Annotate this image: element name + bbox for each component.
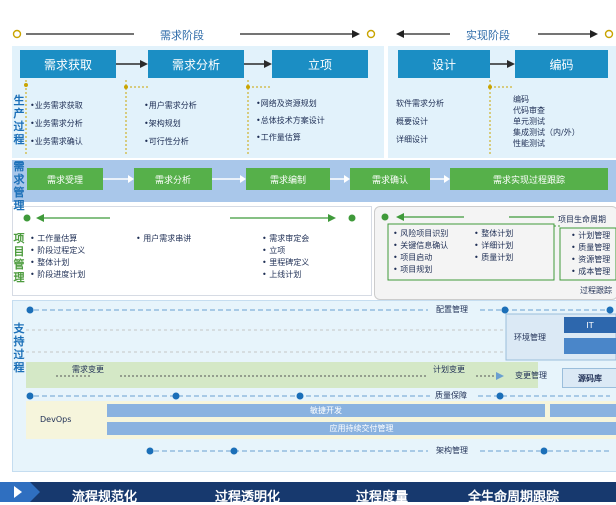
devops-label: DevOps [40, 415, 72, 424]
support-lines [26, 306, 616, 455]
pm-col3-item: • 需求审定会 [262, 234, 310, 243]
pm-lifecycle-title: 项目生命周期 [558, 215, 606, 224]
pm-right-a-item: • 风险项目识别 [393, 229, 449, 238]
production-col2-item: •用户需求分析 [144, 101, 197, 110]
production-col5-item: 单元测试 [513, 117, 545, 126]
pm-right-a-item: • 项目规划 [393, 265, 433, 274]
production-col1-item: •业务需求确认 [30, 137, 83, 146]
change-mgmt-label: 变更管理 [515, 371, 547, 380]
pm-right-a-item: • 项目启动 [393, 253, 433, 262]
code-repo-box: 源码库 [562, 368, 616, 388]
production-col5-item: 代码审查 [513, 106, 545, 115]
phase-implementation-label: 实现阶段 [466, 29, 510, 42]
bottom-item-standardization: 流程规范化 [72, 490, 138, 505]
agile-bar-ext [550, 404, 616, 417]
bottom-item-transparency: 过程透明化 [215, 490, 281, 505]
pm-tracking-label: 过程跟踪 [580, 286, 612, 295]
production-col5-item: 编码 [513, 95, 529, 104]
pm-lifecycle-item: • 质量管理 [571, 243, 611, 252]
it-box: IT [564, 317, 616, 333]
pm-col1-item: • 工作量估算 [30, 234, 78, 243]
production-col2-item: •可行性分析 [144, 137, 189, 146]
pm-col1-item: • 阶段进度计划 [30, 270, 86, 279]
bottom-item-lifecycle-tracking: 全生命周期跟踪 [468, 490, 560, 505]
req-change-label: 需求变更 [72, 365, 104, 374]
pm-col3-item: • 上线计划 [262, 270, 302, 279]
production-col5-item: 集成测试（内/外） [513, 128, 580, 137]
env-mgmt-label: 环境管理 [514, 333, 546, 342]
agile-bar: 敏捷开发 [107, 404, 545, 417]
pm-right-b-item: • 质量计划 [474, 253, 514, 262]
pm-right-b-item: • 详细计划 [474, 241, 514, 250]
it-sub-box [564, 338, 616, 354]
plan-change-label: 计划变更 [433, 365, 465, 374]
pm-col3-item: • 立项 [262, 246, 286, 255]
requirement-mgmt-arrows [103, 175, 450, 183]
arch-mgmt-label: 架构管理 [436, 446, 468, 455]
phase-start-dot [12, 29, 22, 39]
cd-bar: 应用持续交付管理 [107, 422, 616, 435]
config-mgmt-label: 配置管理 [436, 305, 468, 314]
phase-end-dot [604, 29, 614, 39]
phase-header-arrows [12, 29, 614, 39]
production-col1-item: •业务需求分析 [30, 119, 83, 128]
phase-requirement-label: 需求阶段 [160, 29, 204, 42]
pm-lifecycle-item: • 计划管理 [571, 231, 611, 240]
pm-col1-item: • 整体计划 [30, 258, 70, 267]
pm-right-b-item: • 整体计划 [474, 229, 514, 238]
production-col5-item: 性能测试 [513, 139, 545, 148]
pm-col3-item: • 里程碑定义 [262, 258, 310, 267]
bottom-item-measurement: 过程度量 [356, 490, 409, 505]
pm-right-a-item: • 关键信息确认 [393, 241, 449, 250]
qa-label: 质量保障 [435, 391, 467, 400]
bottom-banner-arrow [0, 482, 40, 502]
project-mgmt-left-arrows [23, 214, 356, 222]
production-col4-item: 软件需求分析 [396, 99, 444, 108]
phase-mid-dot [366, 29, 376, 39]
production-col4-item: 概要设计 [396, 117, 428, 126]
pm-col1-item: • 阶段过程定义 [30, 246, 86, 255]
pm-lifecycle-item: • 资源管理 [571, 255, 611, 264]
project-mgmt-label: 项目管理 [13, 232, 25, 284]
pm-col2-item: • 用户需求串讲 [136, 234, 192, 243]
pm-lifecycle-item: • 成本管理 [571, 267, 611, 276]
production-col3-item: •总体技术方案设计 [256, 116, 325, 125]
production-col3-item: •网络及资源规划 [256, 99, 317, 108]
production-col2-item: •架构规划 [144, 119, 181, 128]
production-col4-item: 详细设计 [396, 135, 428, 144]
production-col3-item: •工作量估算 [256, 133, 301, 142]
production-col1-item: •业务需求获取 [30, 101, 83, 110]
